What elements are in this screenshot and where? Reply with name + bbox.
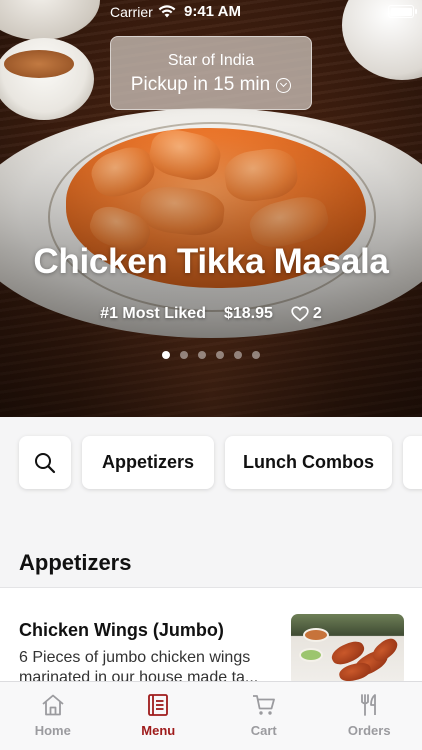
menu-icon (148, 694, 169, 716)
tab-orders[interactable]: Orders (317, 682, 422, 750)
featured-price: $18.95 (223, 305, 273, 322)
pickup-time-row: Pickup in 15 min (111, 74, 311, 96)
carousel-dot[interactable] (180, 351, 188, 359)
orders-icon (361, 694, 377, 716)
carousel-dot[interactable] (216, 351, 224, 359)
status-bar: Carrier 9:41 AM (0, 0, 422, 24)
carousel-dots[interactable] (0, 351, 422, 359)
battery-icon (388, 5, 417, 18)
category-bar: Appetizers Lunch Combos (0, 436, 422, 490)
carousel-dot[interactable] (162, 351, 170, 359)
menu-item-photo (291, 614, 404, 686)
most-liked-badge: #1 Most Liked (100, 305, 206, 322)
category-chip-lunch-combos[interactable]: Lunch Combos (225, 436, 392, 489)
carousel-dot[interactable] (198, 351, 206, 359)
status-time: 9:41 AM (184, 3, 241, 20)
heart-icon (291, 306, 309, 322)
like-count[interactable]: 2 (291, 305, 322, 323)
search-button[interactable] (19, 436, 71, 489)
menu-item-card[interactable]: Chicken Wings (Jumbo) 6 Pieces of jumbo … (0, 587, 422, 687)
carousel-dot[interactable] (252, 351, 260, 359)
tab-menu-label: Menu (141, 723, 176, 738)
wifi-icon (158, 5, 176, 18)
tab-cart[interactable]: Cart (211, 682, 317, 750)
pickup-selector[interactable]: Star of India Pickup in 15 min (110, 36, 312, 110)
featured-dish-title: Chicken Tikka Masala (33, 242, 389, 281)
category-chip-appetizers[interactable]: Appetizers (82, 436, 214, 489)
chevron-down-icon (276, 77, 292, 93)
carousel-dot[interactable] (234, 351, 242, 359)
hero-banner[interactable]: Carrier 9:41 AM Star of India Pickup in … (0, 0, 422, 417)
tab-orders-label: Orders (347, 723, 391, 738)
search-icon (35, 452, 56, 473)
tab-home-label: Home (34, 723, 71, 738)
like-count-value: 2 (312, 305, 322, 322)
tab-cart-label: Cart (250, 723, 277, 738)
tab-menu[interactable]: Menu (106, 682, 212, 750)
pickup-time-label: Pickup in 15 min (130, 74, 271, 95)
tab-home[interactable]: Home (0, 682, 106, 750)
carrier-label: Carrier (110, 4, 153, 20)
home-icon (42, 694, 64, 716)
menu-item-name: Chicken Wings (Jumbo) (19, 620, 224, 640)
section-title: Appetizers (19, 550, 132, 575)
featured-dish-meta: #1 Most Liked $18.95 2 (0, 305, 422, 323)
tab-bar: Home Menu Cart Orders (0, 681, 422, 750)
category-chip-more[interactable] (403, 436, 422, 489)
store-name: Star of India (167, 52, 255, 69)
cart-icon (252, 695, 275, 715)
